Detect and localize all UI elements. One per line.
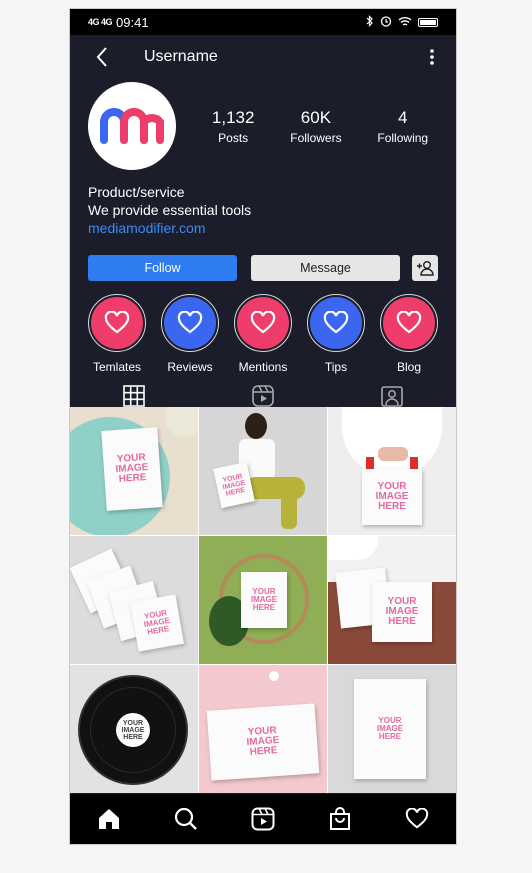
add-user-icon (417, 261, 434, 276)
highlight-templates[interactable]: Temlates (87, 294, 147, 374)
mockup-card: YOUR IMAGE HERE (372, 582, 432, 642)
highlight-label: Reviews (167, 360, 213, 374)
mockup-text: YOUR IMAGE HERE (376, 716, 404, 741)
reels-icon (252, 385, 274, 407)
highlight-circle (310, 297, 362, 349)
highlight-tips[interactable]: Tips (306, 294, 366, 374)
following-count: 4 (398, 107, 408, 127)
avatar[interactable] (88, 82, 176, 170)
more-options-icon[interactable] (422, 49, 442, 65)
post-thumbnail[interactable]: YOUR IMAGE HERE (70, 536, 198, 664)
nav-activity[interactable] (397, 799, 437, 839)
nav-home[interactable] (89, 799, 129, 839)
tab-tagged[interactable] (362, 385, 422, 407)
mockup-text: YOUR IMAGE HERE (221, 472, 246, 498)
highlight-circle (91, 297, 143, 349)
nav-shop[interactable] (320, 799, 360, 839)
mockup-card: YOUR IMAGE HERE (241, 572, 287, 628)
post-thumbnail[interactable]: YOUR IMAGE HERE (199, 407, 327, 535)
highlight-blog[interactable]: Blog (379, 294, 439, 374)
status-bar: 4G 4G 09:41 (70, 9, 456, 35)
bio-category: Product/service (88, 184, 185, 200)
status-time: 09:41 (116, 14, 149, 30)
mockup-text: YOUR IMAGE HERE (121, 719, 145, 741)
reels-icon (251, 807, 275, 831)
message-button[interactable]: Message (251, 255, 400, 281)
profile-header: 1,132 Posts 60K Followers 4 Following (70, 79, 456, 173)
tab-reels[interactable] (233, 385, 293, 407)
following-label: Following (377, 130, 429, 145)
mockup-card: YOUR IMAGE HERE (206, 703, 320, 781)
signal-indicator: 4G 4G (88, 17, 113, 27)
post-thumbnail[interactable]: YOUR IMAGE HERE (70, 407, 198, 535)
bio-link[interactable]: mediamodifier.com (88, 219, 438, 237)
nav-reels[interactable] (243, 799, 283, 839)
wifi-icon (398, 15, 412, 30)
heart-icon (250, 311, 276, 334)
post-thumbnail[interactable]: YOUR IMAGE HERE (328, 536, 456, 664)
bottom-nav (70, 794, 456, 844)
highlight-label: Temlates (92, 360, 142, 374)
search-icon (174, 807, 197, 830)
phone-frame: 4G 4G 09:41 Username 1,132 Posts 60K Fol… (69, 8, 457, 845)
home-icon (98, 809, 119, 829)
page-title: Username (144, 48, 218, 65)
profile-bio: Product/service We provide essential too… (70, 173, 456, 237)
highlight-circle (237, 297, 289, 349)
bluetooth-icon (366, 14, 374, 30)
posts-grid: YOUR IMAGE HERE YOUR IMAGE HERE YOUR IMA… (70, 407, 456, 793)
mockup-card: YOUR IMAGE HERE (130, 594, 184, 652)
mockup-text: YOUR IMAGE HERE (115, 452, 149, 485)
grid-icon (123, 385, 146, 407)
stat-following[interactable]: 4 Following (377, 108, 428, 145)
post-thumbnail[interactable]: YOUR IMAGE HERE (199, 536, 327, 664)
mockup-card: YOUR IMAGE HERE (354, 679, 426, 779)
mockup-text: YOUR IMAGE HERE (246, 725, 280, 758)
post-thumbnail[interactable]: YOUR IMAGE HERE (328, 407, 456, 535)
nav-search[interactable] (166, 799, 206, 839)
story-highlights: Temlates Reviews Mentions Tips Blog (70, 294, 456, 374)
mockup-text: YOUR IMAGE HERE (143, 608, 171, 637)
stat-posts[interactable]: 1,132 Posts (212, 108, 255, 145)
followers-label: Followers (290, 130, 342, 145)
tab-grid[interactable] (104, 385, 164, 407)
battery-icon (418, 17, 438, 27)
mockup-text: YOUR IMAGE HERE (385, 596, 419, 627)
brand-logo-icon (100, 108, 164, 144)
mockup-card: YOUR IMAGE HERE (116, 713, 150, 747)
alarm-icon (380, 15, 392, 30)
mockup-text: YOUR IMAGE HERE (375, 481, 409, 512)
back-arrow-icon[interactable] (96, 42, 116, 72)
post-thumbnail[interactable]: YOUR IMAGE HERE (199, 665, 327, 793)
post-thumbnail[interactable]: YOUR IMAGE HERE (328, 665, 456, 793)
highlight-reviews[interactable]: Reviews (160, 294, 220, 374)
follow-button[interactable]: Follow (88, 255, 237, 281)
profile-stats: 1,132 Posts 60K Followers 4 Following (194, 108, 456, 145)
stat-followers[interactable]: 60K Followers (290, 108, 341, 145)
highlight-label: Tips (324, 360, 348, 374)
mockup-text: YOUR IMAGE HERE (250, 587, 278, 612)
highlight-circle (383, 297, 435, 349)
mockup-card: YOUR IMAGE HERE (362, 469, 422, 525)
heart-icon (406, 808, 429, 829)
tagged-icon (380, 386, 403, 407)
post-thumbnail[interactable]: YOUR IMAGE HERE (70, 665, 198, 793)
profile-actions: Follow Message (70, 255, 456, 281)
bio-text: We provide essential tools (88, 202, 252, 218)
shop-icon (330, 807, 351, 830)
posts-label: Posts (218, 130, 249, 145)
highlight-label: Blog (396, 360, 422, 374)
heart-icon (177, 311, 203, 334)
heart-icon (323, 311, 349, 334)
mockup-card: YOUR IMAGE HERE (101, 427, 163, 511)
highlight-mentions[interactable]: Mentions (233, 294, 293, 374)
suggest-user-button[interactable] (412, 255, 438, 281)
highlight-circle (164, 297, 216, 349)
top-bar: Username (70, 35, 456, 79)
followers-count: 60K (300, 107, 332, 127)
posts-count: 1,132 (211, 107, 255, 127)
highlight-label: Mentions (238, 360, 288, 374)
heart-icon (396, 311, 422, 334)
heart-icon (104, 311, 130, 334)
